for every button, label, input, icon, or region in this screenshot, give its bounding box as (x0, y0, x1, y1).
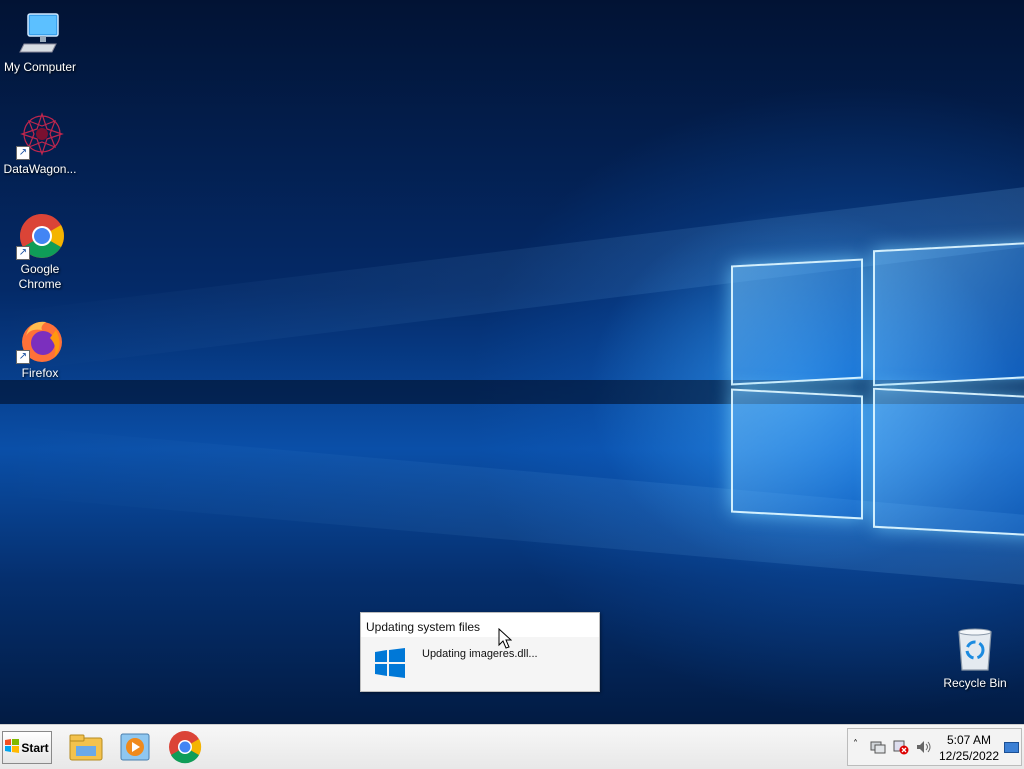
desktop-icon-label: Recycle Bin (943, 676, 1007, 690)
shortcut-arrow-icon: ↗ (16, 246, 30, 260)
wallpaper-light-beam (0, 380, 1024, 404)
wallpaper-light-beam (0, 425, 1024, 585)
desktop-icon-label: Google Chrome (18, 262, 62, 291)
popup-message: Updating imageres.dll... (422, 648, 538, 660)
wallpaper-logo-pane (731, 388, 863, 520)
desktop-icon-label: My Computer (3, 60, 77, 74)
desktop-icon-google-chrome[interactable]: ↗ Google Chrome (0, 212, 80, 292)
chrome-icon: ↗ (16, 212, 64, 260)
wallpaper-logo-pane (873, 387, 1024, 537)
computer-icon (16, 10, 64, 58)
clock-date: 12/25/2022 (938, 749, 1000, 763)
show-desktop-icon[interactable] (1004, 742, 1019, 756)
shortcut-arrow-icon: ↗ (16, 146, 30, 160)
wallpaper-light-beam (0, 187, 1024, 373)
tray-clock[interactable]: 5:07 AM 12/25/2022 (938, 732, 1000, 764)
taskbar-media-player-button[interactable] (117, 730, 153, 764)
desktop-icon-label: Firefox (21, 366, 59, 380)
desktop-icon-recycle-bin[interactable]: Recycle Bin (935, 626, 1015, 691)
windows-flag-icon (5, 739, 20, 756)
taskbar-file-explorer-button[interactable] (68, 730, 104, 764)
recycle-bin-icon (951, 626, 999, 674)
update-notification-popup[interactable]: Updating system files Updating imageres.… (360, 612, 600, 692)
wallpaper-logo-pane (873, 241, 1024, 387)
desktop-icon-datawagon[interactable]: ↗ DataWagon... (0, 112, 80, 177)
windows-logo-icon (375, 648, 405, 678)
firefox-icon: ↗ (16, 316, 64, 364)
chevron-up-icon[interactable]: ˄ (853, 739, 858, 750)
datawagon-icon: ↗ (16, 112, 64, 160)
clock-time: 5:07 AM (946, 733, 992, 747)
desktop-icon-my-computer[interactable]: My Computer (0, 10, 80, 75)
file-explorer-icon (69, 734, 103, 761)
mouse-cursor-icon (498, 627, 513, 653)
wallpaper-logo-pane (731, 258, 863, 386)
chrome-icon (169, 731, 202, 764)
network-icon[interactable] (870, 739, 886, 758)
media-player-icon (120, 733, 150, 761)
start-label: Start (21, 740, 49, 755)
volume-icon[interactable] (916, 739, 932, 758)
system-tray: ˄ 5:07 AM 12/25/2022 (847, 728, 1022, 766)
start-button[interactable]: Start (2, 731, 52, 764)
security-alert-icon[interactable] (893, 739, 909, 758)
desktop-icon-firefox[interactable]: ↗ Firefox (0, 316, 80, 381)
desktop-icon-label: DataWagon... (3, 162, 77, 176)
popup-title: Updating system files (366, 620, 481, 634)
taskbar-chrome-button[interactable] (167, 730, 203, 764)
shortcut-arrow-icon: ↗ (16, 350, 30, 364)
taskbar: Start ˄ 5:07 AM 12/25/2022 (0, 724, 1024, 769)
